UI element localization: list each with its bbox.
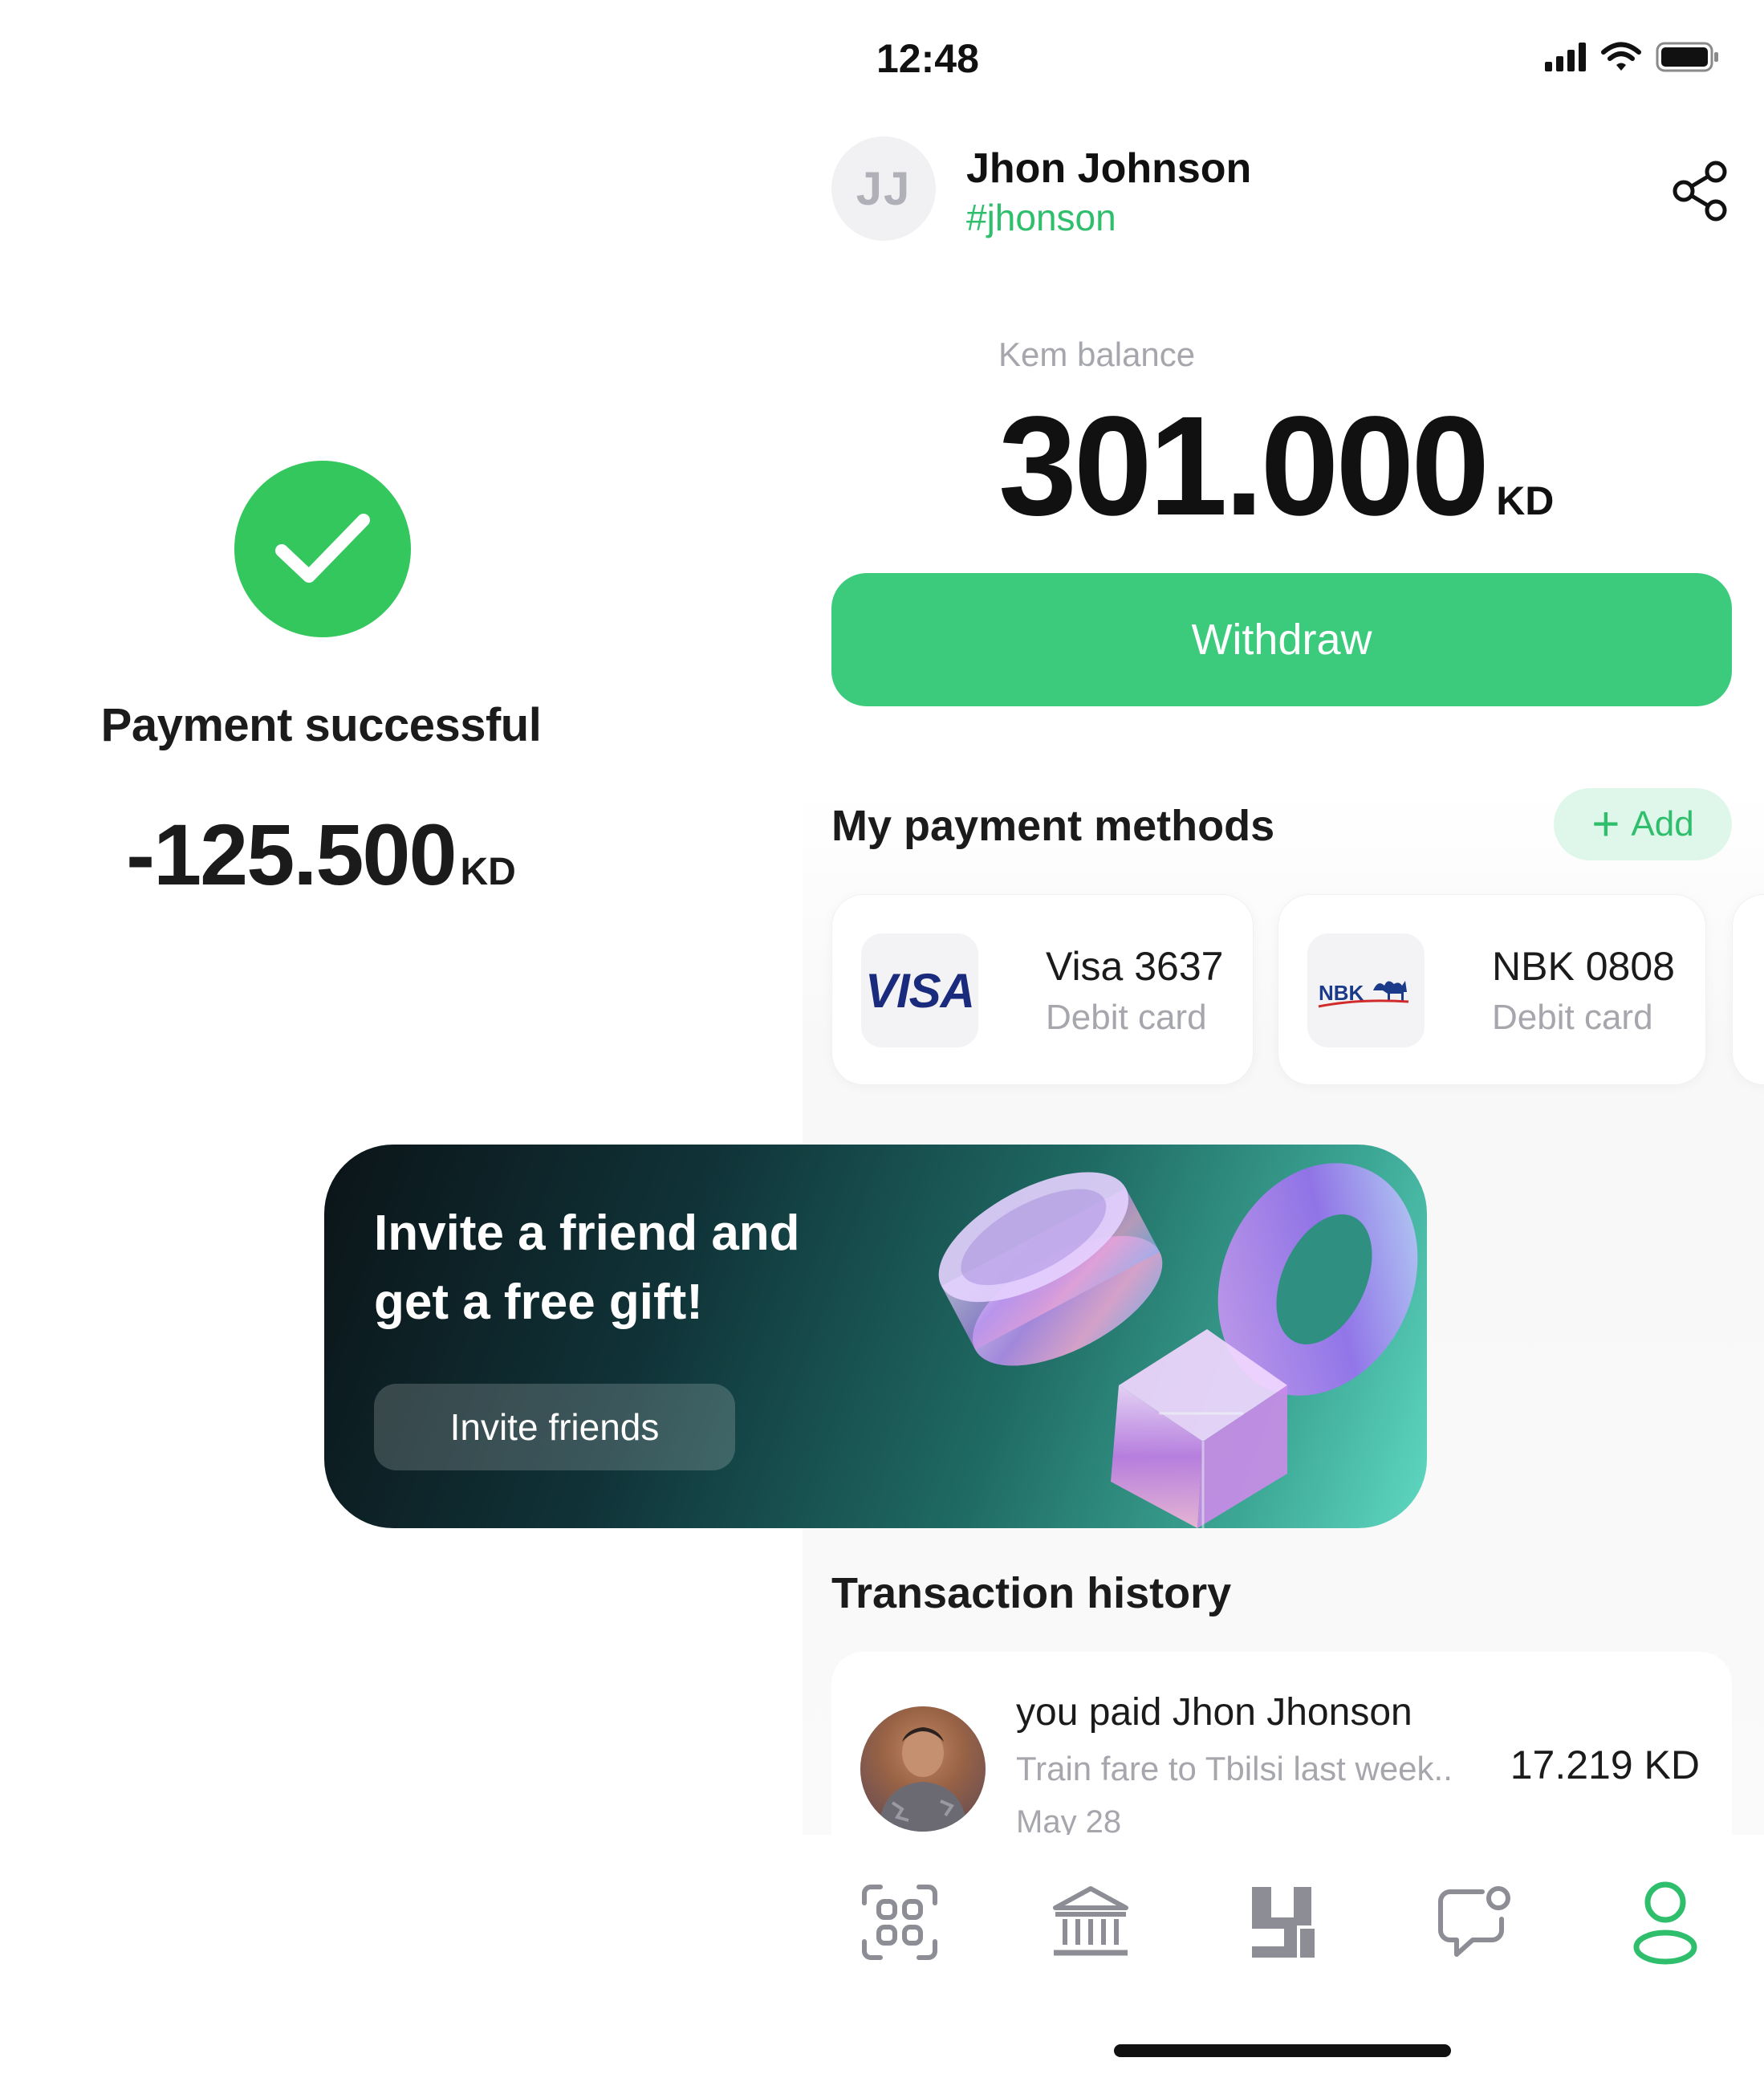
payment-success-amount: -125.500 KD — [48, 804, 594, 905]
banner-title-line1: Invite a friend and — [374, 1206, 800, 1261]
payment-methods-title: My payment methods — [831, 802, 1275, 850]
balance-currency: KD — [1496, 478, 1555, 523]
scan-icon — [862, 1885, 937, 1960]
user-handle: #jhonson — [966, 197, 1116, 238]
banner-title-line2: get a free gift! — [374, 1275, 703, 1330]
nbk-logo: NBK — [1307, 933, 1425, 1047]
transaction-avatar — [860, 1706, 986, 1832]
payment-card-nbk[interactable]: NBK NBK 0808 Debit card — [1278, 894, 1706, 1085]
share-icon[interactable] — [1669, 159, 1734, 223]
card-name: NBK 0808 — [1492, 944, 1675, 989]
payment-card-partial[interactable] — [1732, 894, 1764, 1085]
payment-amount-currency: KD — [460, 851, 516, 893]
invite-friends-button[interactable]: Invite friends — [374, 1384, 735, 1470]
balance-amount: 301.000 KD — [998, 385, 1554, 547]
transaction-title: you paid Jhon Jhonson — [1016, 1691, 1412, 1734]
payment-card-visa[interactable]: VISA Visa 3637 Debit card — [831, 894, 1254, 1085]
tab-home[interactable] — [1239, 1878, 1327, 1966]
gift-3d-shapes-illustration — [938, 1163, 1418, 1528]
card-type: Debit card — [1492, 998, 1653, 1037]
balance-label: Kem balance — [998, 335, 1196, 373]
tab-profile[interactable] — [1621, 1878, 1709, 1966]
wifi-icon — [1601, 42, 1641, 71]
success-check-icon — [234, 461, 411, 637]
home-indicator — [1114, 2044, 1451, 2057]
card-type: Debit card — [1046, 998, 1207, 1037]
chat-icon — [1438, 1886, 1510, 1957]
add-label: Add — [1631, 804, 1694, 844]
tab-chat[interactable] — [1430, 1878, 1518, 1966]
invite-banner[interactable]: Invite a friend and get a free gift! Inv… — [324, 1145, 1427, 1528]
plus-icon: + — [1591, 797, 1620, 851]
visa-logo: VISA — [861, 933, 978, 1047]
transaction-row[interactable]: you paid Jhon Jhonson Train fare to Tbil… — [831, 1652, 1732, 1836]
tab-scan[interactable] — [856, 1878, 944, 1966]
transaction-note: Train fare to Tbilsi last week.. — [1016, 1750, 1453, 1787]
transaction-history-title: Transaction history — [831, 1569, 1232, 1617]
battery-icon — [1656, 42, 1718, 72]
tab-bank[interactable] — [1047, 1878, 1135, 1966]
signal-icon — [1545, 43, 1586, 71]
withdraw-button[interactable]: Withdraw — [831, 573, 1732, 706]
add-payment-method-button[interactable]: + Add — [1554, 788, 1732, 860]
avatar[interactable]: JJ — [831, 136, 936, 241]
transaction-date: May 28 — [1016, 1804, 1122, 1836]
payment-success-title: Payment successful — [100, 699, 542, 751]
card-name: Visa 3637 — [1046, 944, 1224, 989]
balance-value: 301.000 — [998, 388, 1490, 545]
transaction-amount: 17.219 KD — [1510, 1742, 1700, 1787]
status-time: 12:48 — [876, 36, 979, 81]
payment-amount-value: -125.500 — [126, 806, 457, 903]
status-icons — [1545, 42, 1720, 72]
visa-logo-text: VISA — [864, 963, 975, 1018]
app-logo-icon — [1252, 1887, 1315, 1958]
bank-icon — [1053, 1886, 1128, 1956]
banner-title: Invite a friend and get a free gift! — [374, 1199, 936, 1337]
user-name: Jhon Johnson — [966, 145, 1252, 192]
profile-icon — [1633, 1881, 1697, 1965]
